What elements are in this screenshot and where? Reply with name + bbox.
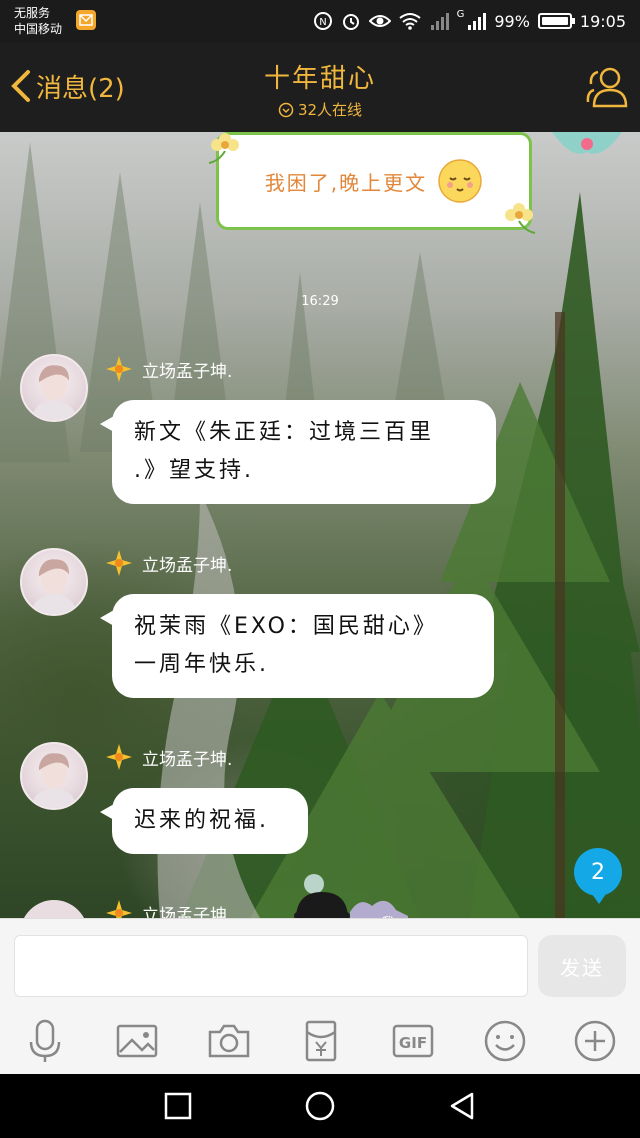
camera-button[interactable] [201, 1015, 257, 1067]
sender-name[interactable]: 立场孟子坤. [104, 548, 232, 578]
sticker-message[interactable]: 我困了,晚上更文 [208, 132, 536, 234]
gif-label: GIF [399, 1034, 427, 1052]
online-count: 32人在线 [297, 101, 363, 119]
message-bubble[interactable]: 祝茉雨《EXO：国民甜心》 一周年快乐. [100, 594, 494, 698]
message-line: 祝茉雨《EXO：国民甜心》 [134, 614, 438, 639]
image-button[interactable] [109, 1015, 165, 1067]
voice-button[interactable] [17, 1015, 73, 1067]
chat-header: 消息(2) 十年甜心 32人在线 [0, 42, 640, 132]
status-bar: 无服务 中国移动 N G 99% 19:05 [0, 0, 640, 42]
sender-name[interactable]: 立场孟子坤. [104, 898, 232, 918]
carrier-line-1: 无服务 [14, 6, 51, 20]
nfc-icon: N [313, 12, 332, 30]
clock: 19:05 [579, 11, 626, 31]
online-status[interactable]: 32人在线 [0, 99, 640, 120]
message-line: 迟来的祝福. [134, 808, 269, 833]
message-line: .》望支持. [134, 458, 254, 483]
send-button[interactable]: 发送 [538, 935, 626, 997]
chevron-down-circle-icon [278, 102, 294, 117]
svg-text:N: N [319, 17, 326, 28]
message-bubble[interactable]: 新文《朱正廷：过境三百里 .》望支持. [100, 400, 496, 504]
sender-name[interactable]: 立场孟子坤. [104, 354, 232, 384]
avatar[interactable] [20, 548, 88, 616]
avatar[interactable] [20, 742, 88, 810]
back-nav-icon[interactable] [446, 1090, 478, 1122]
group-name: 十年甜心 [263, 64, 376, 94]
mail-notification-icon [76, 10, 96, 30]
red-packet-button[interactable] [293, 1015, 349, 1067]
alarm-icon [342, 14, 359, 30]
sender-name[interactable]: 立场孟子坤. [104, 742, 232, 772]
red-packet-icon [305, 1020, 337, 1062]
wifi-icon [398, 13, 421, 30]
message-input[interactable] [14, 935, 528, 997]
star-badge-icon [106, 550, 132, 576]
message-bubble[interactable]: 迟来的祝福. [100, 788, 308, 854]
camera-icon [208, 1024, 250, 1058]
home-icon[interactable] [304, 1090, 336, 1122]
avatar[interactable] [20, 354, 88, 422]
message-line: 新文《朱正廷：过境三百里 [134, 420, 435, 445]
star-badge-icon [106, 900, 132, 918]
sleepy-face-icon [438, 159, 482, 203]
gif-button[interactable]: GIF [385, 1015, 441, 1067]
flower-decoration-icon [505, 203, 536, 234]
plus-icon [574, 1020, 616, 1062]
recent-apps-icon[interactable] [162, 1090, 194, 1122]
forest-background [0, 142, 640, 918]
emoji-button[interactable] [477, 1015, 533, 1067]
chat-area[interactable]: 我困了,晚上更文 16:29 立场孟子坤. 新文《朱正廷：过境三百里 .》望支持… [0, 132, 640, 918]
sticker-avatar-icon [552, 132, 622, 154]
flower-decoration-icon [208, 133, 239, 164]
message-line: 一周年快乐. [134, 652, 269, 677]
battery-percent: 99% [494, 11, 530, 31]
status-icons: N G 99% 19:05 [313, 9, 626, 33]
sender-label: 立场孟子坤. [142, 555, 233, 576]
signal-empty-icon [430, 13, 449, 30]
battery-icon [537, 13, 575, 29]
eye-icon [368, 15, 391, 27]
microphone-icon [29, 1019, 61, 1062]
navigation-bar [0, 1074, 640, 1138]
star-badge-icon [106, 744, 132, 770]
sticker-text: 我困了,晚上更文 [264, 170, 428, 195]
more-button[interactable] [567, 1015, 623, 1067]
network-type-label: G [456, 9, 465, 20]
input-toolbar: GIF [0, 1015, 640, 1071]
gif-icon: GIF [392, 1024, 434, 1058]
sender-label: 立场孟子坤. [142, 905, 233, 919]
sender-label: 立场孟子坤. [142, 361, 233, 382]
input-area: 发送 GIF [0, 918, 640, 1074]
image-icon [116, 1024, 158, 1058]
carrier-line-2: 中国移动 [14, 22, 63, 36]
carrier-info: 无服务 中国移动 [14, 5, 62, 37]
message-timestamp: 16:29 [301, 294, 339, 309]
header-title-group: 十年甜心 32人在线 [0, 58, 640, 120]
unread-count-badge[interactable]: 2 [574, 848, 622, 904]
star-badge-icon [106, 356, 132, 382]
cartoon-sticker-icon: 我 [294, 874, 408, 918]
group-members-icon[interactable] [582, 62, 632, 112]
sender-label: 立场孟子坤. [142, 749, 233, 770]
signal-icon [468, 13, 487, 30]
emoji-icon [484, 1020, 526, 1062]
